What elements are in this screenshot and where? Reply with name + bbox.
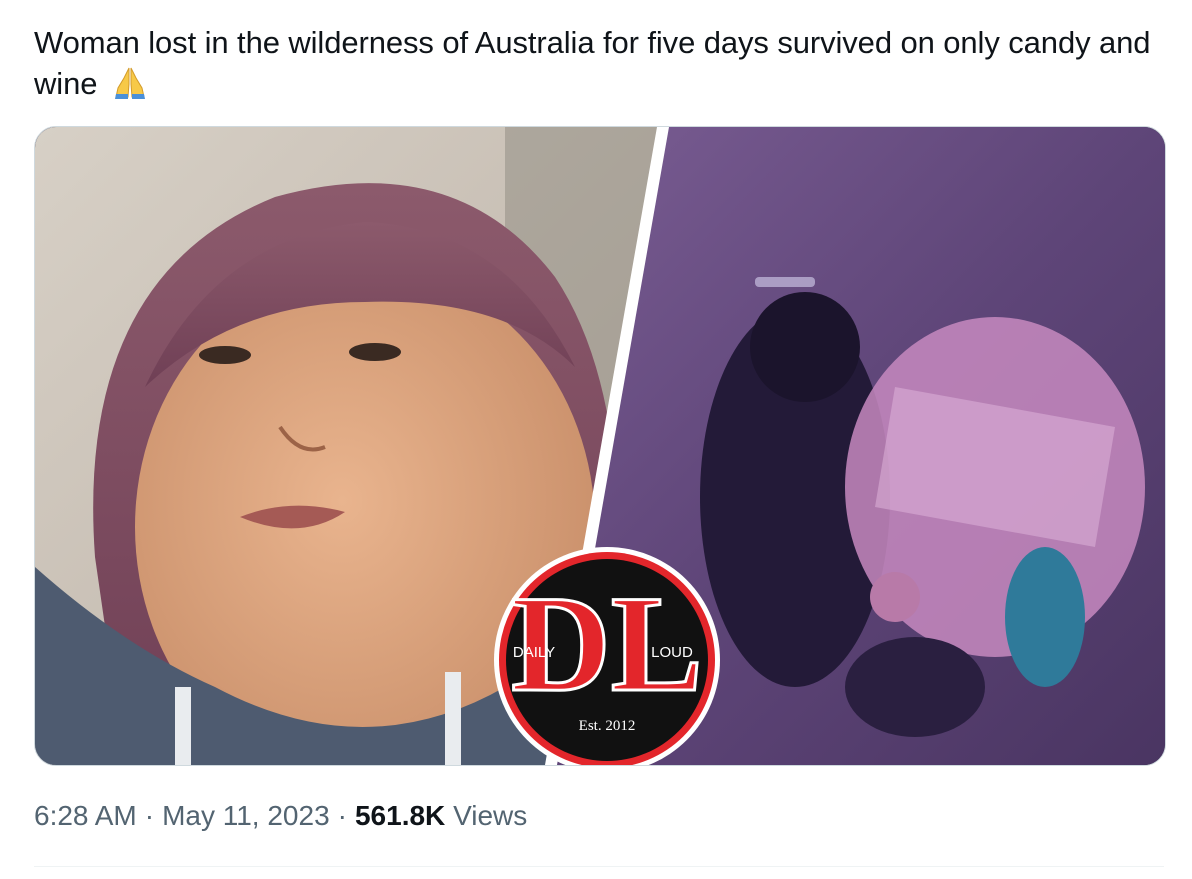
tweet-meta: 6:28 AM · May 11, 2023 · 561.8K Views (34, 800, 527, 832)
logo-left-word: DAILY (513, 644, 555, 661)
meta-separator: · (144, 800, 155, 831)
media-image: DL DAILY LOUD Est. 2012 (35, 127, 1165, 765)
logo-right-word: LOUD (651, 644, 693, 661)
logo-established: Est. 2012 (579, 718, 636, 734)
tweet-media[interactable]: DL DAILY LOUD Est. 2012 (34, 126, 1166, 766)
views-count[interactable]: 561.8K (355, 800, 445, 831)
tweet-text: Woman lost in the wilderness of Australi… (34, 22, 1164, 110)
daily-loud-logo: DL DAILY LOUD Est. 2012 (494, 547, 720, 765)
meta-separator: · (337, 800, 347, 831)
views-label[interactable]: Views (453, 800, 527, 831)
tweet-date[interactable]: May 11, 2023 (162, 800, 330, 831)
divider (34, 866, 1164, 867)
folded-hands-emoji-icon (110, 64, 150, 110)
tweet-body: Woman lost in the wilderness of Australi… (34, 25, 1151, 101)
tweet-time[interactable]: 6:28 AM (34, 800, 137, 831)
